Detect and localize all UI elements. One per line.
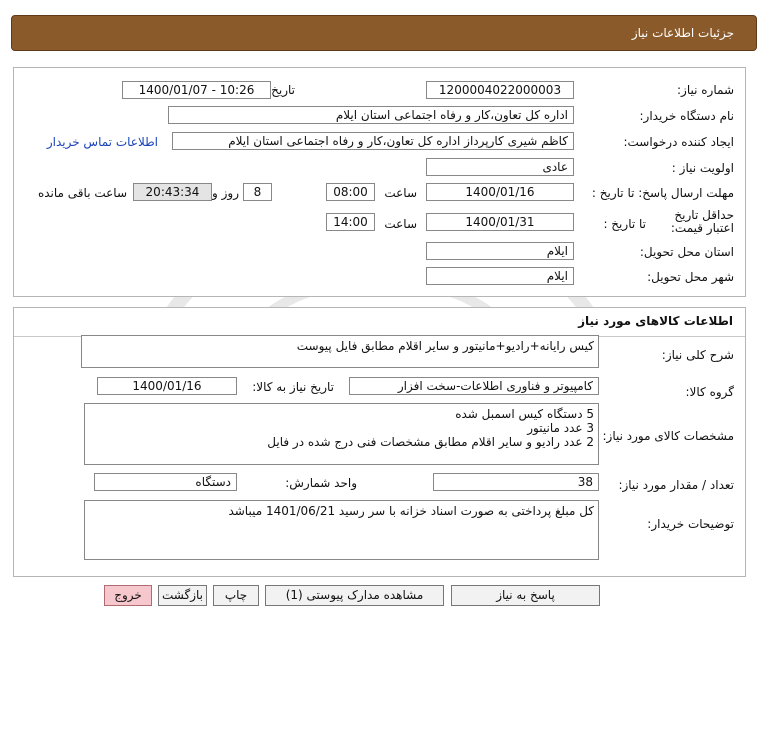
price-validity-label: حداقل تاریخ اعتبار قیمت:	[670, 208, 734, 235]
remaining-days: 8	[243, 183, 272, 201]
buyer-notes-label: توضیحات خریدار:	[647, 517, 734, 531]
buyer-org-label: نام دستگاه خریدار:	[639, 109, 735, 123]
need-number-field: 1200004022000003	[426, 81, 574, 99]
goods-group-label: گروه کالا:	[685, 385, 735, 399]
reply-deadline-time: 08:00	[326, 183, 375, 201]
exit-button[interactable]: خروج	[104, 585, 152, 606]
reply-time-label: ساعت	[384, 186, 417, 200]
validity-time-label: ساعت	[384, 217, 417, 231]
request-creator-field: کاظم شیری کارپرداز اداره کل تعاون،کار و …	[172, 132, 574, 150]
priority-field: عادی	[426, 158, 574, 176]
delivery-city-label: شهر محل تحویل:	[647, 270, 734, 284]
back-button[interactable]: بازگشت	[158, 585, 207, 606]
general-description-field: کیس رایانه+رادیو+مانیتور و سایر اقلام مط…	[81, 335, 599, 368]
need-date-label: تاریخ نیاز به کالا:	[252, 380, 334, 394]
buyer-contact-link[interactable]: اطلاعات تماس خریدار	[47, 135, 158, 149]
remaining-time-label: ساعت باقی مانده	[37, 186, 127, 200]
remaining-time: 20:43:34	[133, 183, 212, 201]
buyer-notes-field: کل مبلغ پرداختی به صورت اسناد خزانه با س…	[84, 500, 599, 560]
reply-deadline-date: 1400/01/16	[426, 183, 574, 201]
unit-field: دستگاه	[94, 473, 237, 491]
goods-group-field: کامپیوتر و فناوری اطلاعات-سخت افزار	[349, 377, 599, 395]
delivery-city-field: ایلام	[426, 267, 574, 285]
page-title: جزئیات اطلاعات نیاز	[631, 26, 734, 40]
need-number-label: شماره نیاز:	[677, 83, 734, 97]
announce-date-field: 1400/01/07 - 10:26	[122, 81, 271, 99]
goods-spec-label: مشخصات کالای مورد نیاز:	[602, 429, 734, 443]
general-description-label: شرح کلی نیاز:	[661, 348, 734, 362]
request-creator-label: ایجاد کننده درخواست:	[623, 135, 734, 149]
price-validity-date: 1400/01/31	[426, 213, 574, 231]
quantity-field: 38	[433, 473, 599, 491]
goods-spec-field: 5 دستگاه کیس اسمبل شده 3 عدد مانیتور 2 ع…	[84, 403, 599, 465]
buyer-org-field: اداره کل تعاون،کار و رفاه اجتماعی استان …	[168, 106, 574, 124]
priority-label: اولویت نیاز :	[671, 161, 734, 175]
goods-section-title: اطلاعات کالاهای مورد نیاز	[578, 314, 733, 328]
days-label: روز و	[212, 186, 239, 200]
need-details-panel	[13, 67, 746, 297]
page-header: جزئیات اطلاعات نیاز	[11, 15, 757, 51]
reply-deadline-label: مهلت ارسال پاسخ: تا تاریخ :	[591, 186, 734, 200]
unit-label: واحد شمارش:	[285, 476, 357, 490]
delivery-province-field: ایلام	[426, 242, 574, 260]
price-validity-time: 14:00	[326, 213, 375, 231]
quantity-label: تعداد / مقدار مورد نیاز:	[618, 478, 734, 492]
need-date-field: 1400/01/16	[97, 377, 237, 395]
reply-button[interactable]: پاسخ به نیاز	[451, 585, 600, 606]
view-attachments-button[interactable]: مشاهده مدارک پیوستی (1)	[265, 585, 444, 606]
print-button[interactable]: چاپ	[213, 585, 259, 606]
delivery-province-label: استان محل تحویل:	[639, 245, 734, 259]
price-validity-to-label: تا تاریخ :	[603, 217, 646, 231]
